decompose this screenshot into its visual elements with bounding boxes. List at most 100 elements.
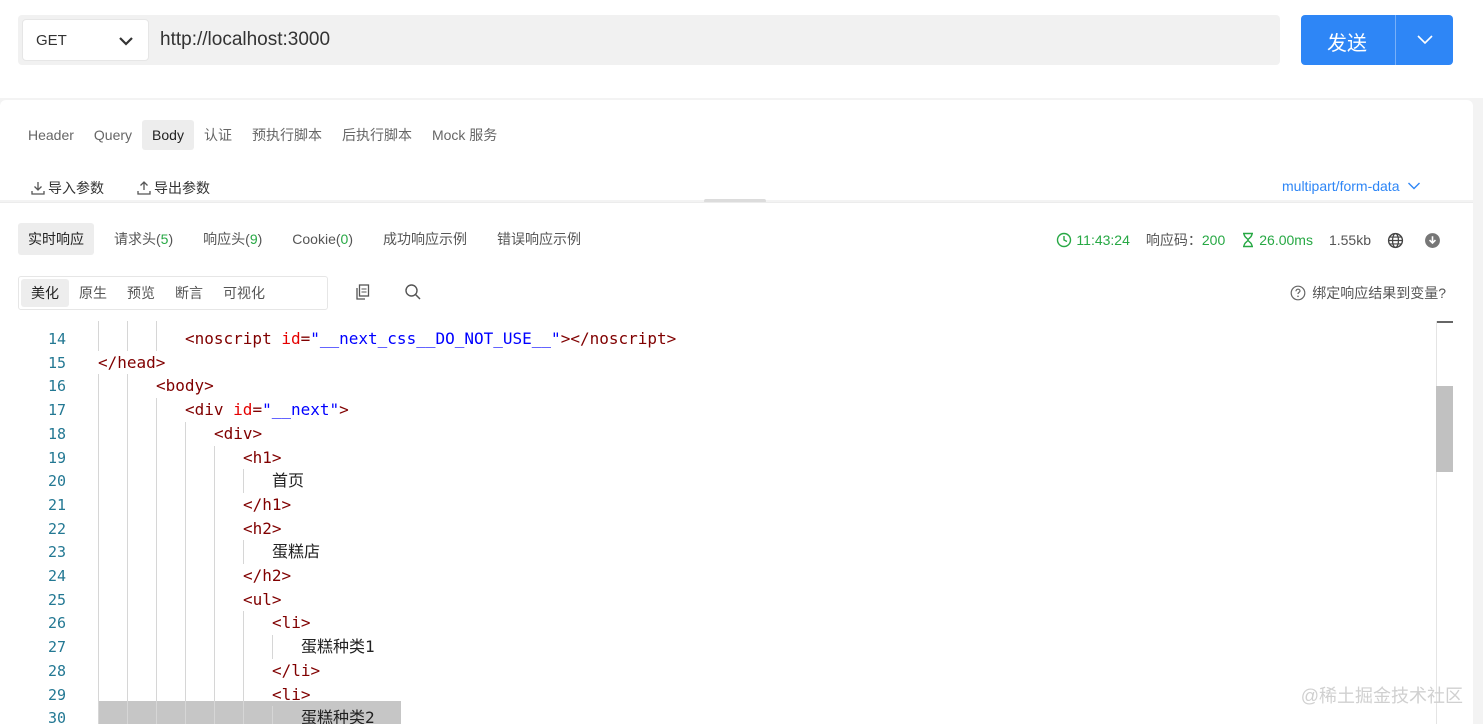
indent-guide (156, 421, 157, 446)
code-line: 25 <ul> (0, 587, 1436, 612)
code-line: 28 </li> (0, 658, 1436, 683)
response-size-value: 1.55kb (1328, 232, 1371, 248)
status-code: 响应码： 200 (1146, 230, 1225, 250)
indent-guide (214, 445, 215, 470)
chevron-down-icon (119, 37, 133, 46)
code-scroll-track (1436, 321, 1437, 724)
tab-query[interactable]: Query (84, 120, 142, 150)
indent-guide (185, 492, 186, 517)
indent-guide (127, 398, 128, 423)
view-tab-3[interactable]: 断言 (165, 279, 213, 307)
globe-button[interactable] (1387, 232, 1408, 249)
code-token: <h2> (243, 518, 282, 538)
response-tab-0[interactable]: 实时响应 (18, 223, 94, 255)
globe-icon (1387, 232, 1404, 248)
bind-response-variable[interactable]: 绑定响应结果到变量? (1290, 283, 1446, 303)
code-line: 14 <noscript id="__next_css__DO_NOT_USE__… (0, 327, 1436, 351)
content-type-select[interactable]: multipart/form-data (1282, 178, 1421, 194)
indent-guide (98, 611, 99, 636)
import-icon (31, 182, 45, 195)
code-token: </head> (98, 352, 166, 372)
code-line: 26 <li> (0, 611, 1436, 636)
code-token: > (339, 400, 349, 420)
code-token: <h1> (243, 447, 282, 467)
indent-guide (214, 540, 215, 565)
tab-header[interactable]: Header (18, 120, 84, 150)
download-button[interactable] (1424, 232, 1445, 249)
hourglass-icon (1243, 232, 1254, 248)
response-tab-3[interactable]: Cookie(0) (282, 223, 363, 255)
code-line: 18 <div> (0, 421, 1436, 446)
indent-guide (127, 635, 128, 660)
response-tab-label: 成功响应示例 (383, 231, 468, 247)
method-select[interactable]: GET (22, 19, 149, 61)
code-text: <div id="__next"> (185, 398, 349, 422)
tab-body[interactable]: Body (142, 120, 194, 150)
indent-guide (127, 445, 128, 470)
url-input[interactable]: http://localhost:3000 (160, 29, 330, 51)
response-time-value: 11:43:24 (1076, 232, 1130, 248)
search-icon[interactable] (404, 283, 422, 301)
code-text: </h1> (243, 493, 291, 517)
indent-guide (185, 658, 186, 683)
tab-后执行脚本[interactable]: 后执行脚本 (332, 120, 422, 150)
code-line: 27 蛋糕种类1 (0, 635, 1436, 660)
response-tab-1[interactable]: 请求头(5) (104, 223, 183, 255)
send-divider (1395, 15, 1396, 65)
indent-guide (156, 327, 157, 351)
request-config-panel: Header Query Body 认证 预执行脚本 后执行脚本 Mock 服务 导入参数 … (0, 100, 1473, 200)
code-token: <body> (156, 376, 214, 396)
code-token: <div> (214, 423, 263, 443)
indent-guide (127, 564, 128, 588)
indent-guide (98, 374, 99, 399)
view-tab-1[interactable]: 原生 (69, 279, 117, 307)
code-token: <noscript (185, 329, 282, 348)
import-params-button[interactable]: 导入参数 (30, 178, 104, 198)
url-bar: GET http://localhost:3000 (18, 15, 1280, 65)
response-code-viewer[interactable]: 14 <noscript id="__next_css__DO_NOT_USE__… (0, 321, 1436, 724)
response-tabs: 实时响应 请求头(5) 响应头(9) Cookie(0) 成功响应示例 错误响应示例 (18, 223, 601, 255)
code-token: </h1> (243, 494, 292, 514)
indent-guide (98, 398, 99, 423)
code-token: 首页 (272, 471, 305, 491)
code-line: 16 <body> (0, 374, 1436, 399)
response-tab-label: 错误响应示例 (497, 231, 582, 247)
indent-guide (185, 445, 186, 470)
view-tab-4[interactable]: 可视化 (213, 279, 275, 307)
indent-guide (243, 706, 244, 724)
response-tab-4[interactable]: 成功响应示例 (373, 223, 477, 255)
indent-guide (127, 469, 128, 494)
indent-guide (98, 445, 99, 470)
send-button[interactable]: 发送 (1301, 15, 1453, 65)
tab-mock-服务[interactable]: Mock 服务 (422, 120, 507, 150)
code-line: 19 <h1> (0, 445, 1436, 470)
response-tab-2[interactable]: 响应头(9) (193, 223, 272, 255)
code-scrollbar-thumb[interactable] (1436, 386, 1453, 472)
line-number: 27 (47, 638, 66, 657)
view-tab-2[interactable]: 预览 (117, 279, 165, 307)
content-type-label: multipart/form-data (1282, 178, 1400, 194)
response-tab-5[interactable]: 错误响应示例 (487, 223, 591, 255)
indent-guide (214, 469, 215, 494)
code-token: "__next_css__DO_NOT_USE__" (310, 329, 561, 348)
indent-guide (127, 658, 128, 683)
indent-guide (185, 706, 186, 724)
export-params-button[interactable]: 导出参数 (136, 178, 210, 198)
indent-guide (243, 682, 244, 707)
view-tab-0[interactable]: 美化 (21, 279, 69, 307)
response-duration-value: 26.00ms (1259, 232, 1313, 248)
send-options-chevron-icon[interactable] (1415, 32, 1435, 46)
tab-预执行脚本[interactable]: 预执行脚本 (242, 120, 332, 150)
indent-guide (185, 635, 186, 660)
indent-guide (185, 540, 186, 565)
line-number: 20 (47, 472, 66, 491)
line-number: 19 (47, 448, 66, 467)
response-size: 1.55kb (1329, 232, 1371, 248)
code-token: id (281, 329, 301, 348)
copy-icon[interactable] (354, 283, 372, 301)
code-token: 蛋糕店 (272, 542, 321, 562)
chevron-down-icon (1408, 182, 1421, 190)
indent-guide (127, 611, 128, 636)
tab-认证[interactable]: 认证 (194, 120, 242, 150)
line-number: 22 (47, 519, 66, 538)
